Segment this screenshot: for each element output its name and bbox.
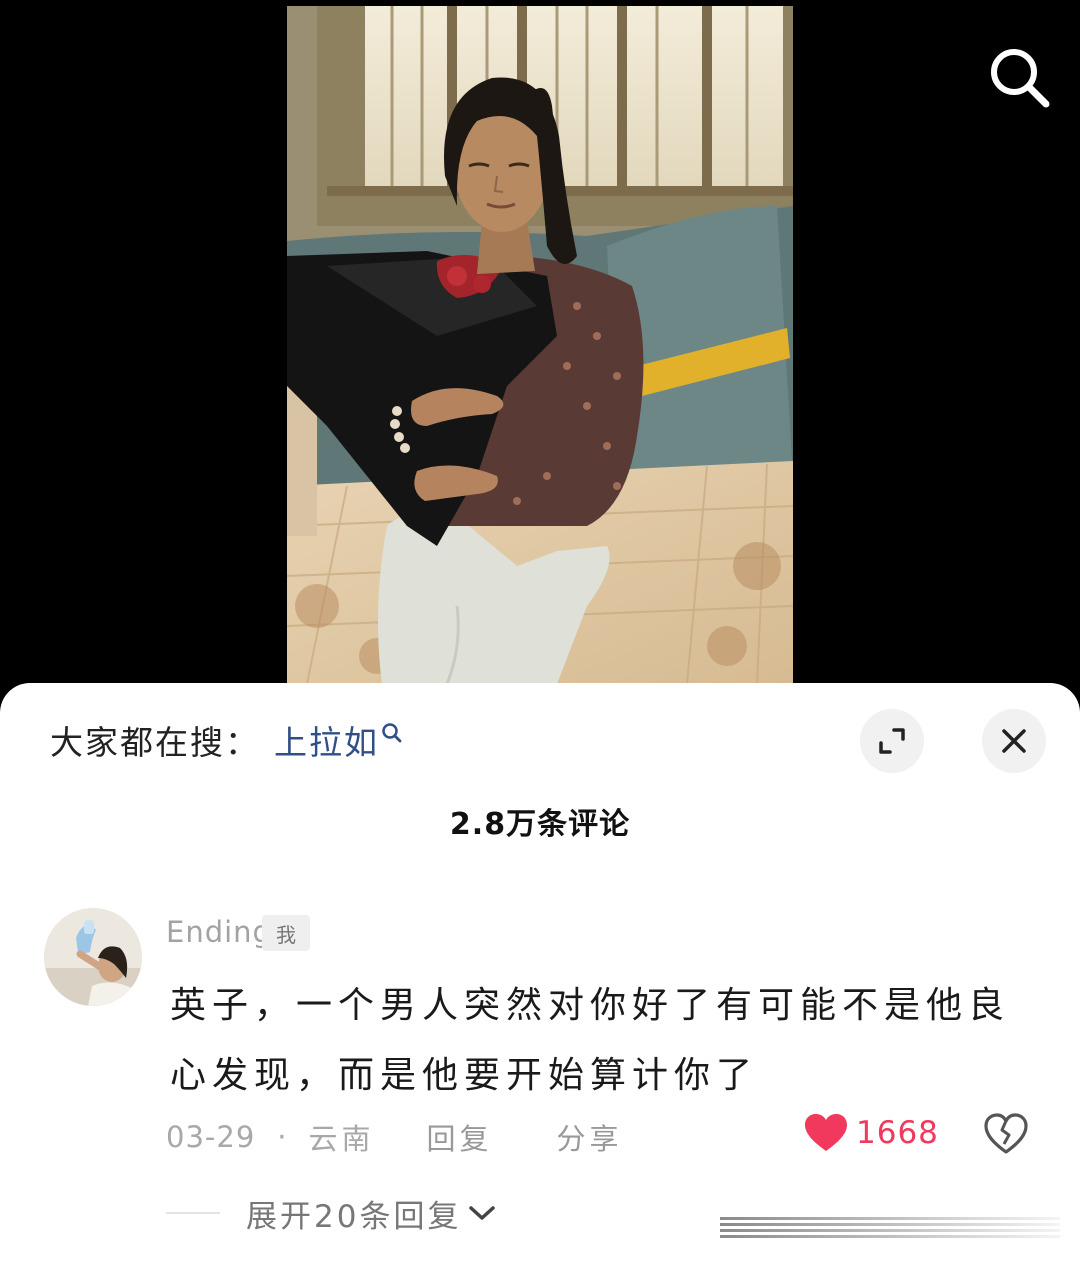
close-button[interactable]: [982, 709, 1046, 773]
video-frame[interactable]: [287, 6, 793, 684]
scroll-indicator: [720, 1217, 1060, 1245]
search-button[interactable]: [984, 42, 1054, 112]
heart-icon: [805, 1114, 847, 1151]
meta-separator: ·: [277, 1120, 287, 1154]
trending-search-bar: 大家都在搜： 上拉如: [50, 715, 403, 765]
search-icon: [991, 49, 1050, 108]
comment-location: 云南: [308, 1122, 375, 1156]
broken-heart-icon: [984, 1113, 1028, 1154]
avatar[interactable]: [44, 908, 142, 1006]
video-still-image: [287, 6, 793, 684]
avatar-image: [44, 908, 142, 1006]
close-icon: [1002, 729, 1026, 753]
like-count: 1668: [856, 1115, 939, 1151]
comment-username[interactable]: Ending: [166, 915, 272, 949]
expand-icon: [879, 728, 905, 754]
video-area[interactable]: [0, 0, 1080, 700]
expand-button[interactable]: [860, 709, 924, 773]
trending-query-text: 上拉如: [274, 723, 379, 762]
comment-meta: 03-29 · 云南 回复 分享: [166, 1117, 623, 1157]
dislike-button[interactable]: [984, 1113, 1028, 1155]
expand-replies-button[interactable]: 展开20条回复: [246, 1193, 497, 1235]
expand-replies-label: 展开20条回复: [246, 1198, 462, 1235]
like-button[interactable]: 1668: [804, 1111, 939, 1155]
comment-sheet: 大家都在搜： 上拉如 2.8万条评论 Ending 我 英子，一个男人突然对你好…: [0, 683, 1080, 1270]
trending-label: 大家都在搜：: [50, 723, 260, 762]
chevron-down-icon: [469, 1206, 496, 1220]
self-badge: 我: [262, 915, 310, 951]
share-button[interactable]: 分享: [557, 1116, 623, 1158]
reply-button[interactable]: 回复: [427, 1116, 493, 1158]
search-icon: [382, 723, 402, 743]
comment-text: 英子，一个男人突然对你好了有可能不是他良心发现，而是他要开始算计你了: [170, 985, 1011, 1096]
trending-query-link[interactable]: 上拉如: [274, 716, 403, 764]
comment-count-title: 2.8万条评论: [449, 807, 631, 842]
comment-date: 03-29: [166, 1120, 256, 1154]
replies-divider: [166, 1212, 220, 1214]
